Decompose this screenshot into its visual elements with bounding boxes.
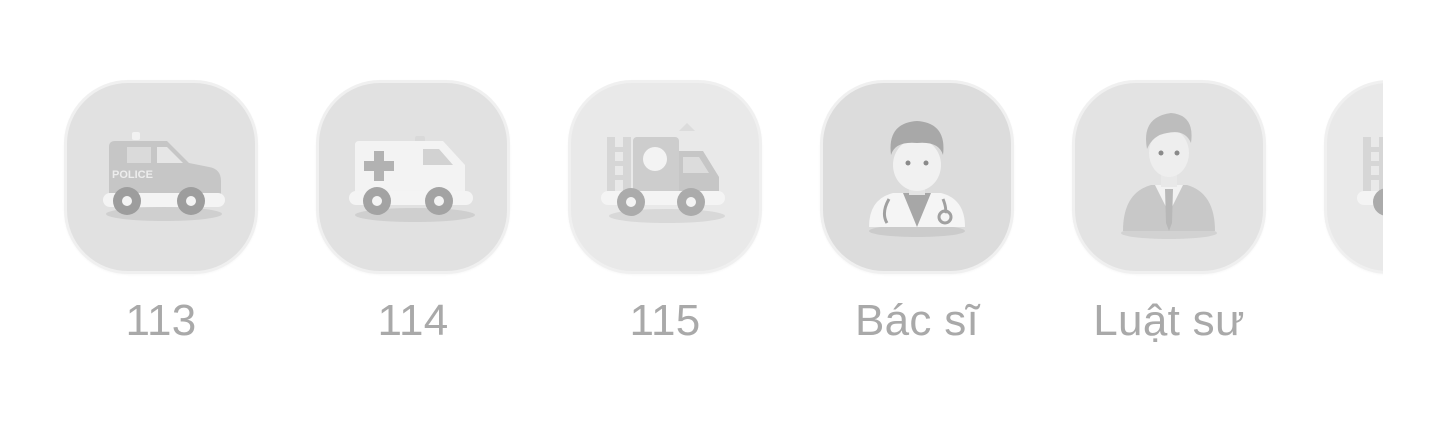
contact-tile[interactable] xyxy=(1324,80,1383,274)
contact-label: Bác sĩ xyxy=(854,296,980,345)
police-car-icon: POLICE xyxy=(103,132,225,221)
contact-tile[interactable] xyxy=(820,80,1014,274)
contact-tile[interactable] xyxy=(1072,80,1266,274)
emergency-contacts-strip: POLICE 113 114 115 Bác sĩ Luật sư xyxy=(0,0,1383,436)
ambulance-icon xyxy=(349,136,475,222)
contact-tile[interactable] xyxy=(568,80,762,274)
contact-label: 113 xyxy=(125,296,197,345)
contact-label: Luật sư xyxy=(1093,296,1245,345)
svg-text:POLICE: POLICE xyxy=(112,169,153,181)
contact-tile[interactable] xyxy=(316,80,510,274)
contact-label: 115 xyxy=(629,296,701,345)
lawyer-icon xyxy=(1121,113,1217,239)
contact-tile[interactable]: POLICE xyxy=(64,80,258,274)
fire-truck-icon xyxy=(601,123,725,223)
contact-label: 114 xyxy=(377,296,449,345)
doctor-icon xyxy=(869,121,965,237)
fire-truck-icon xyxy=(1357,137,1383,216)
